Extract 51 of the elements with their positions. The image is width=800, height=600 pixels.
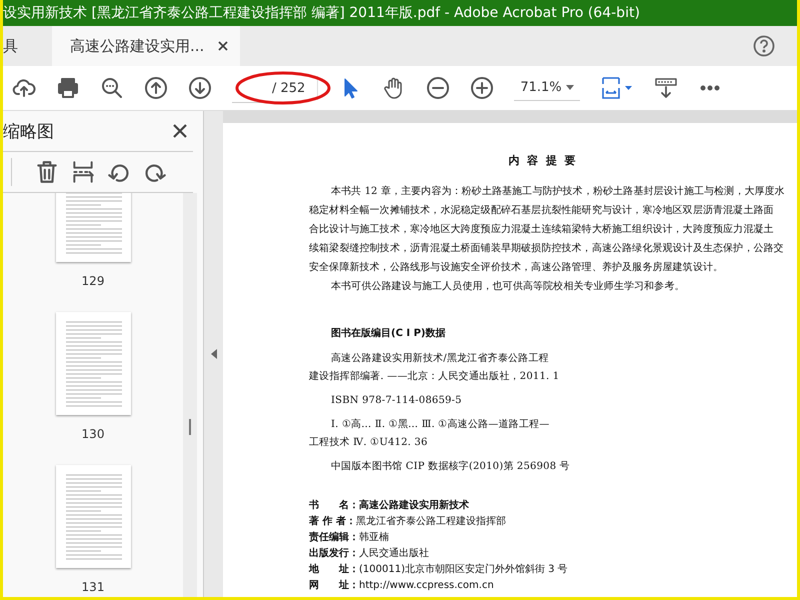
print-icon[interactable] <box>56 76 80 100</box>
tab[interactable]: 具 <box>3 26 32 66</box>
scrollbar-thumb[interactable] <box>189 419 191 435</box>
text-line: 续箱梁裂缝控制技术，沥青混凝土桥面铺装早期破损防控技术，高速公路绿化景观设计及生态保护，公路交 <box>309 242 784 256</box>
section-heading: 图书在版编目(C I P)数据 <box>331 326 446 340</box>
page-thumbnail[interactable] <box>56 465 130 568</box>
field-label: 网 址： <box>309 578 359 593</box>
help-icon[interactable] <box>753 35 775 57</box>
zoom-search-icon[interactable] <box>100 76 124 100</box>
field-value: 韩亚楠 <box>359 530 389 545</box>
zoom-in-icon[interactable] <box>470 76 494 100</box>
page-number: 129 <box>82 274 104 288</box>
arrow-down-icon[interactable] <box>188 76 212 100</box>
text-line: 稳定材料全幅一次摊铺技术，水泥稳定级配碎石基层抗裂性能研究与设计，寒冷地区双层沥青混凝土路面 <box>309 204 774 218</box>
field-label: 书 名： <box>309 498 359 513</box>
arrow-up-icon[interactable] <box>144 76 168 100</box>
close-icon[interactable] <box>173 124 187 138</box>
text-line: 中国版本图书馆 CIP 数据核字(2010)第 256908 号 <box>331 460 570 474</box>
page-total: / 252 <box>272 80 306 96</box>
collapse-arrow-icon[interactable] <box>210 349 216 359</box>
field-label: 出版发行： <box>309 546 359 561</box>
section-heading: 内 容 提 要 <box>507 153 579 168</box>
caret-icon <box>566 85 574 90</box>
field-value: 人民交通出版社 <box>359 546 429 561</box>
field-label: 责任编辑： <box>309 530 359 545</box>
field-label: 地 址： <box>309 562 359 577</box>
page-number: 130 <box>82 427 104 441</box>
panel-title: 缩略图 <box>3 120 54 142</box>
zoom-dropdown[interactable]: 71.1% <box>514 75 580 101</box>
text-line: 本书共 12 章，主要内容为：粉砂土路基施工与防护技术，粉砂土路基封层设计施工与检测，大厚度水 <box>331 184 785 199</box>
window-title: 设实用新技术 [黑龙江省齐泰公路工程建设指挥部 编著] 2011年版.pdf - Adobe Acrobat Pro (64-bit) <box>3 4 640 22</box>
text-line: 本书可供公路建设与施工人员使用，也可供高等院校相关专业师生学习和参考。 <box>331 280 684 294</box>
fit-page-icon[interactable] <box>600 76 634 100</box>
field-value: 高速公路建设实用新技术 <box>359 498 469 513</box>
text-line: 建设指挥部编著. ——北京：人民交通出版社，2011. 1 <box>309 370 560 384</box>
text-line: 合比设计与施工技术，寒冷地区大跨度预应力混凝土连续箱梁特大桥施工组织设计，大跨度预应力混凝土 <box>309 222 774 237</box>
text-line: ISBN 978-7-114-08659-5 <box>331 394 462 408</box>
tab[interactable]: 高速公路建设实用... <box>52 26 240 66</box>
ruler-down-icon[interactable] <box>654 76 678 100</box>
text-line: 工程技术 Ⅳ. ①U412. 36 <box>309 436 428 450</box>
field-value: 黑龙江省齐泰公路工程建设指挥部 <box>356 514 506 529</box>
text-line: Ⅰ. ①高… Ⅱ. ①黑… Ⅲ. ①高速公路—道路工程— <box>331 418 550 432</box>
field-value: http://www.ccpress.com.cn <box>359 579 494 593</box>
page-thumbnail[interactable] <box>56 312 130 415</box>
field-value: (100011)北京市朝阳区安定门外外馆斜街 3 号 <box>359 562 568 577</box>
text-line: 高速公路建设实用新技术/黑龙江省齐泰公路工程 <box>331 352 549 366</box>
zoom-out-icon[interactable] <box>426 76 450 100</box>
close-icon[interactable] <box>218 41 228 51</box>
field-label: 著 作 者： <box>309 514 356 529</box>
text-line: 安全保障新技术，公路线形与设施安全评价技术，高速公路管理、养护及服务房屋建筑设计。 <box>309 260 724 275</box>
page-number: 131 <box>82 580 104 594</box>
